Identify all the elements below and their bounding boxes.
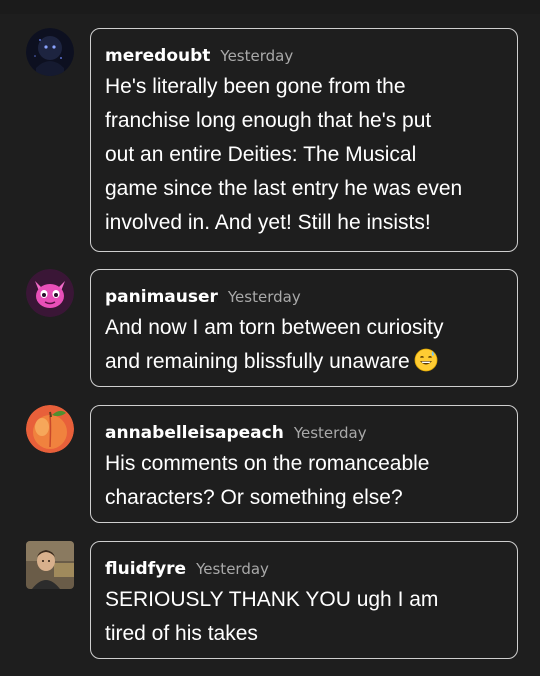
comment-timestamp: Yesterday <box>227 288 301 306</box>
comment-username[interactable]: panimauser <box>105 287 218 307</box>
dark-figure-avatar-icon[interactable] <box>26 28 74 76</box>
comment-timestamp: Yesterday <box>293 424 367 442</box>
top-edge <box>0 0 540 14</box>
comment-text-wrapper: And now I am torn between curiosity and … <box>105 311 503 383</box>
comment-username[interactable]: meredoubt <box>105 46 210 66</box>
comment-bubble: panimauser Yesterday And now I am torn b… <box>90 269 518 387</box>
comment-text: SERIOUSLY THANK YOU ugh I am tired of hi… <box>105 588 439 645</box>
comment-text: He's literally been gone from the franch… <box>105 75 463 234</box>
comment-text: And now I am torn between curiosity and … <box>105 316 444 373</box>
comment-text: His comments on the romanceable characte… <box>105 452 430 509</box>
comment-username[interactable]: fluidfyre <box>105 559 186 579</box>
grinning-sweat-emoji-icon <box>414 348 438 383</box>
comment-timestamp: Yesterday <box>196 560 269 578</box>
comment-timestamp: Yesterday <box>220 47 294 65</box>
comment-bubble: fluidfyre Yesterday SERIOUSLY THANK YOU … <box>90 541 518 659</box>
comment-bubble: meredoubt Yesterday He's literally been … <box>90 28 518 252</box>
portrait-photo-avatar-icon[interactable] <box>26 541 74 589</box>
peach-avatar-icon[interactable] <box>26 405 74 453</box>
comment-username[interactable]: annabelleisapeach <box>105 423 284 443</box>
comment-bubble: annabelleisapeach Yesterday His comments… <box>90 405 518 523</box>
pink-creature-avatar-icon[interactable] <box>26 269 74 317</box>
